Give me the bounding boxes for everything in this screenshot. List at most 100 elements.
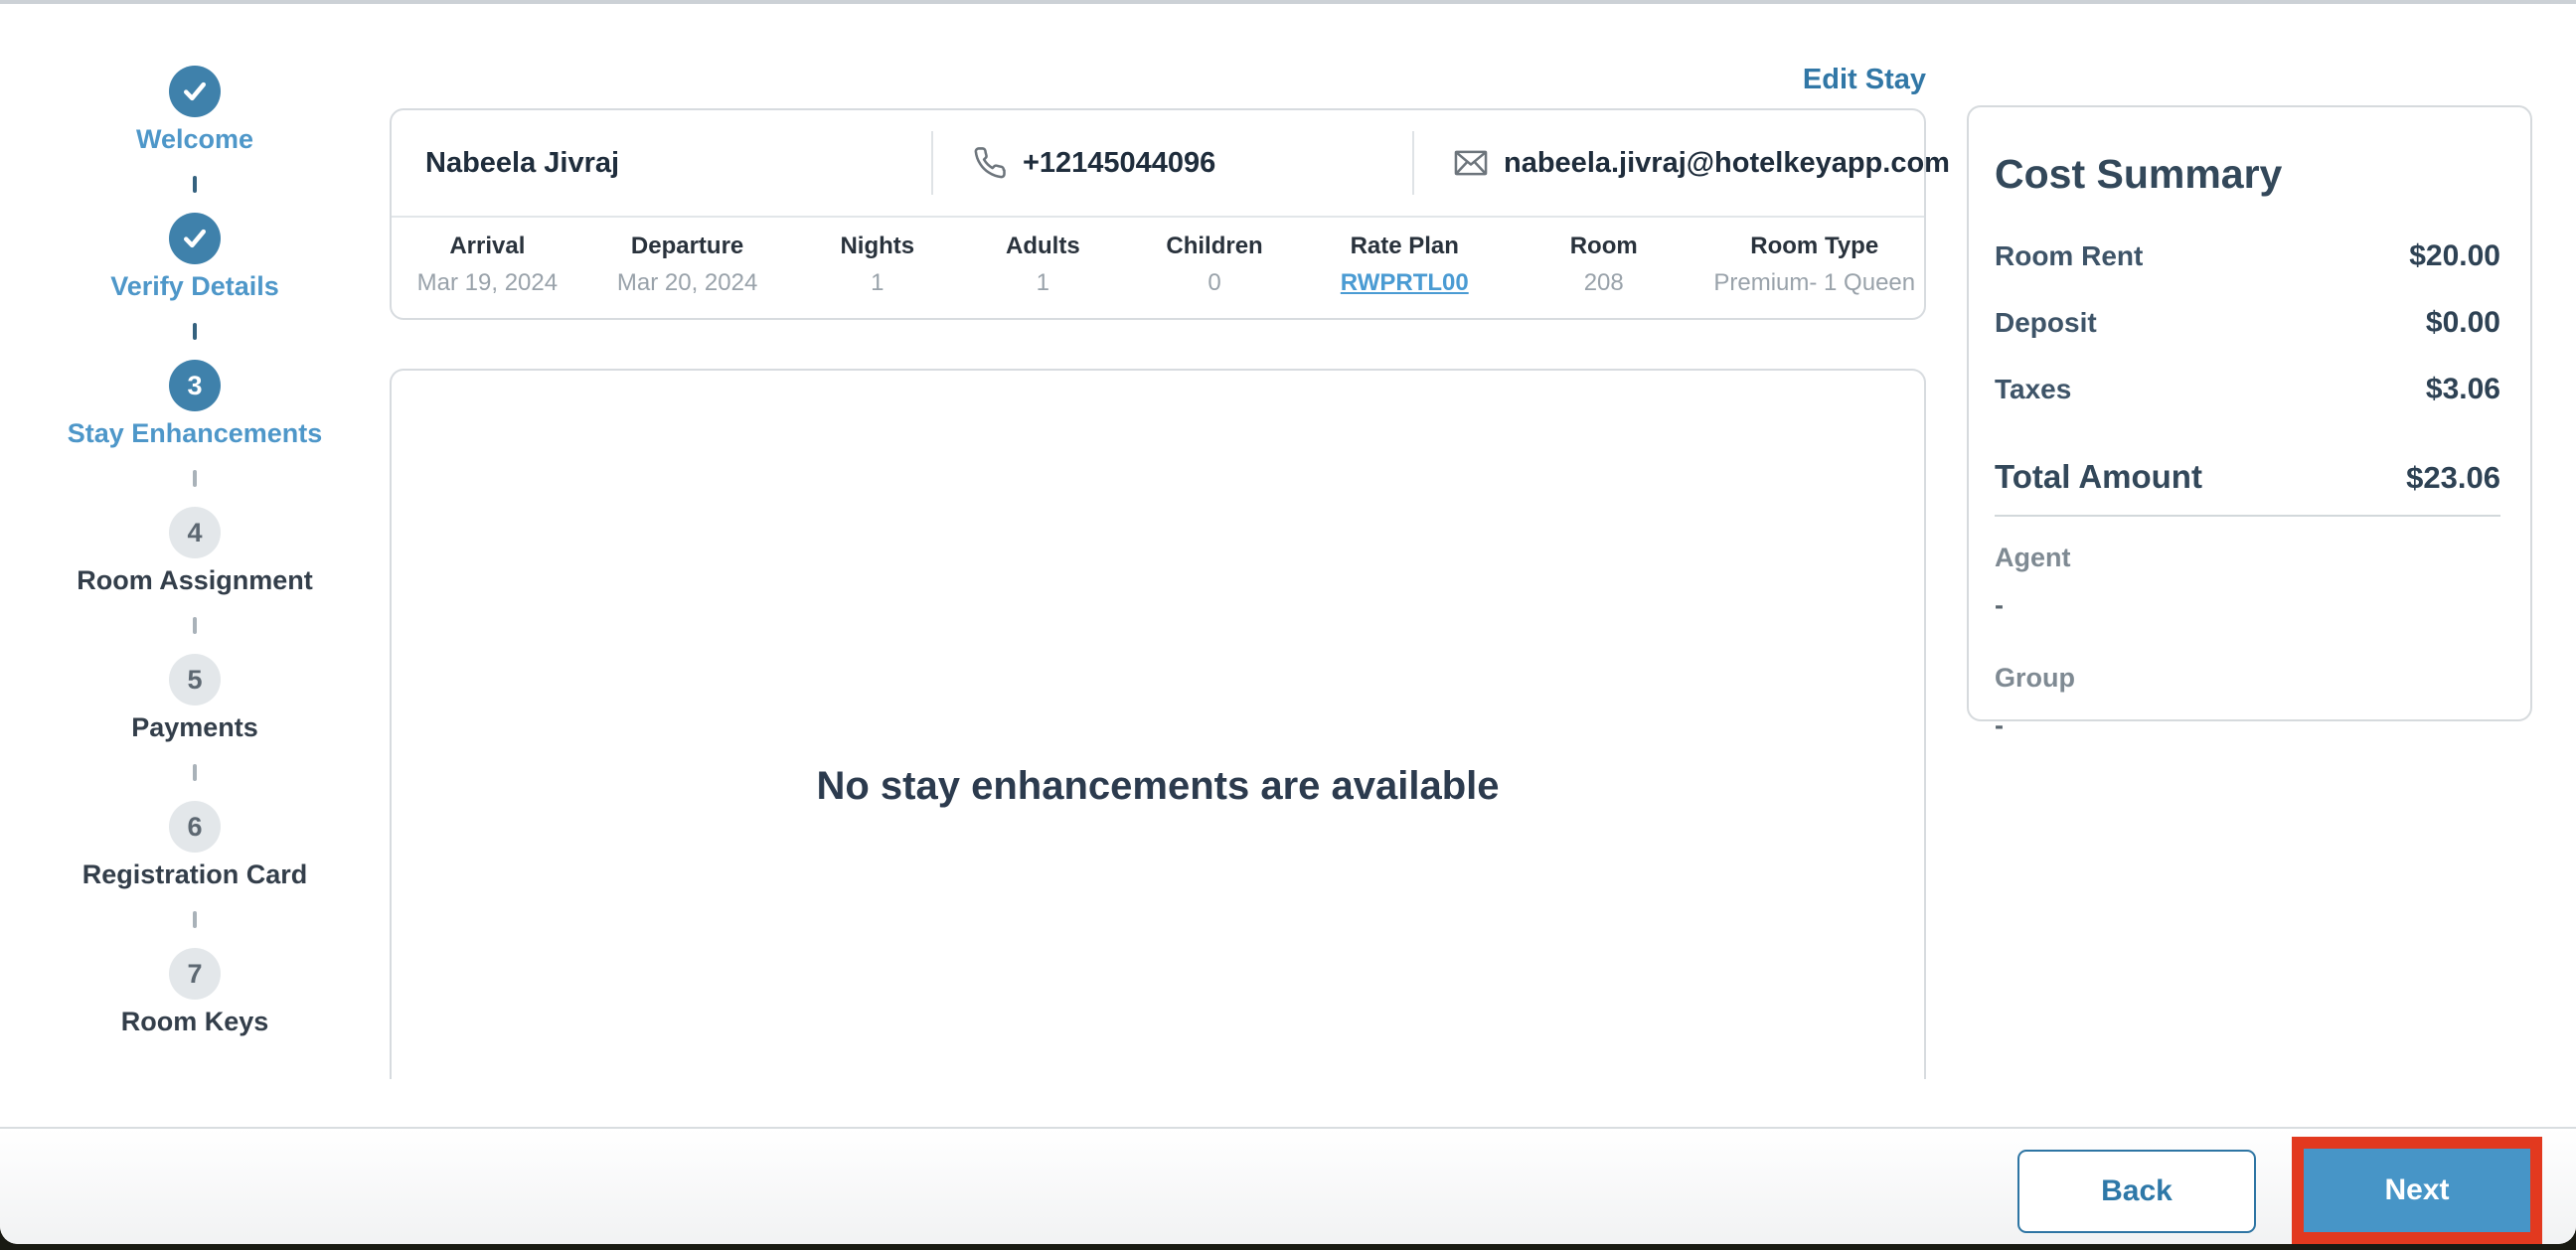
step-circle: 2 <box>169 213 221 264</box>
cost-summary-row: Taxes $3.06 <box>1995 373 2500 406</box>
stay-detail-header: Children <box>1166 233 1263 259</box>
step-connector <box>193 617 197 634</box>
cost-extra-value: - <box>1995 710 2004 740</box>
step-number: 3 <box>187 370 203 400</box>
stepper-step[interactable]: 2 Verify Details <box>0 213 390 340</box>
step-label: Payments <box>131 712 258 742</box>
stay-detail-value: 1 <box>871 269 885 296</box>
stay-detail-value: 0 <box>1208 269 1221 296</box>
stepper-step[interactable]: 1 Welcome <box>0 66 390 193</box>
stay-detail-cell: Departure Mar 20, 2024 <box>583 218 792 318</box>
stay-detail-value: Mar 20, 2024 <box>616 269 758 296</box>
stay-detail-cell: Arrival Mar 19, 2024 <box>392 218 583 318</box>
step-label: Registration Card <box>81 859 308 889</box>
cost-summary-title: Cost Summary <box>1995 151 2283 197</box>
step-circle: 7 <box>169 948 221 1000</box>
guest-name-cell: Nabeela Jivraj <box>392 147 931 180</box>
step-connector <box>193 911 197 928</box>
cost-summary-rows: Room Rent $20.00 Deposit $0.00 Taxes $3.… <box>1995 239 2500 406</box>
empty-state-message: No stay enhancements are available <box>816 764 1500 808</box>
stay-detail-header: Room Type <box>1750 233 1879 259</box>
phone-icon <box>973 145 1009 181</box>
step-label: Room Assignment <box>77 565 313 595</box>
cost-row-label: Deposit <box>1995 307 2097 338</box>
stay-detail-cell: Nights 1 <box>791 218 963 318</box>
stay-detail-value: RWPRTL00 <box>1340 269 1469 296</box>
cost-extra-block: Group - <box>1995 663 2500 741</box>
stay-detail-cell: Children 0 <box>1123 218 1307 318</box>
guest-info-card: Nabeela Jivraj +12145044096 nabeela.jivr… <box>390 108 1950 320</box>
cost-row-value: $0.00 <box>2425 306 2500 339</box>
checkin-wizard-window: 1 Welcome 2 Verify Details <box>0 0 2576 1244</box>
guest-name: Nabeela Jivraj <box>425 146 620 179</box>
back-button[interactable]: Back <box>2017 1150 2256 1233</box>
cost-summary-row: Room Rent $20.00 <box>1995 239 2500 273</box>
guest-contact-row: Nabeela Jivraj +12145044096 nabeela.jivr… <box>392 110 1950 218</box>
total-amount-row: Total Amount $23.06 <box>1995 458 2500 496</box>
step-connector <box>193 764 197 781</box>
stepper-step[interactable]: 7 Room Keys <box>0 948 390 1037</box>
next-button-highlight: Next <box>2292 1137 2542 1244</box>
step-connector <box>193 176 197 193</box>
stay-detail-header: Departure <box>630 233 744 259</box>
stay-enhancements-panel: No stay enhancements are available <box>390 369 1926 1079</box>
cost-summary-divider <box>1995 515 2500 517</box>
stay-details-row: Arrival Mar 19, 2024 Departure Mar 20, 2… <box>392 218 1924 318</box>
step-label: Room Keys <box>120 1007 269 1036</box>
stay-detail-value: 208 <box>1583 269 1624 296</box>
guest-email-cell: nabeela.jivraj@hotelkeyapp.com <box>1412 131 1950 195</box>
step-number: 6 <box>187 811 203 842</box>
stay-detail-value: 1 <box>1036 269 1050 296</box>
cost-extra-block: Agent - <box>1995 543 2500 621</box>
stay-detail-cell: Adults 1 <box>963 218 1122 318</box>
edit-stay-link[interactable]: Edit Stay <box>390 64 1926 96</box>
step-label: Verify Details <box>110 271 279 301</box>
cost-extra-value: - <box>1995 590 2004 620</box>
cost-row-value: $20.00 <box>2409 239 2500 272</box>
step-label: Welcome <box>135 124 254 154</box>
cost-extra-label: Group <box>1995 663 2075 693</box>
stay-detail-header: Nights <box>840 233 915 259</box>
wizard-footer: Back Next <box>0 1127 2576 1244</box>
step-connector <box>193 323 197 340</box>
stay-detail-cell: Rate Plan RWPRTL00 <box>1307 218 1503 318</box>
step-circle: 1 <box>169 66 221 117</box>
stay-detail-header: Room <box>1569 233 1638 259</box>
stay-detail-cell: Room 208 <box>1503 218 1705 318</box>
checkin-stepper: 1 Welcome 2 Verify Details <box>0 4 390 1127</box>
step-number: 4 <box>187 517 203 547</box>
step-connector <box>193 470 197 487</box>
stay-detail-value: Premium- 1 Queen <box>1713 269 1916 296</box>
guest-phone: +12145044096 <box>1022 146 1216 179</box>
cost-summary-extras: Agent - Group - <box>1995 543 2500 741</box>
stay-detail-header: Adults <box>1006 233 1080 259</box>
cost-row-label: Taxes <box>1995 374 2072 404</box>
cost-extra-label: Agent <box>1995 543 2071 572</box>
stay-detail-header: Rate Plan <box>1350 233 1459 259</box>
total-amount-label: Total Amount <box>1995 458 2202 495</box>
step-label: Stay Enhancements <box>67 418 323 448</box>
step-number: 7 <box>187 958 203 989</box>
email-icon <box>1452 144 1490 182</box>
stay-detail-cell: Room Type Premium- 1 Queen <box>1704 218 1924 318</box>
check-icon <box>184 81 206 101</box>
next-button[interactable]: Next <box>2304 1149 2530 1232</box>
stepper-step[interactable]: 4 Room Assignment <box>0 507 390 634</box>
stay-detail-value: Mar 19, 2024 <box>416 269 559 296</box>
step-circle: 3 <box>169 360 221 411</box>
step-circle: 4 <box>169 507 221 558</box>
total-amount-value: $23.06 <box>2406 460 2500 495</box>
guest-email: nabeela.jivraj@hotelkeyapp.com <box>1504 146 1950 179</box>
cost-summary-panel: Cost Summary Room Rent $20.00 Deposit $0… <box>1967 105 2532 740</box>
cost-row-label: Room Rent <box>1995 240 2144 271</box>
step-circle: 5 <box>169 654 221 705</box>
check-icon <box>184 229 206 248</box>
stepper-step[interactable]: 6 Registration Card <box>0 801 390 928</box>
stay-detail-header: Arrival <box>449 233 526 259</box>
cost-summary-row: Deposit $0.00 <box>1995 306 2500 340</box>
guest-phone-cell: +12145044096 <box>930 131 1412 195</box>
step-number: 5 <box>187 664 203 695</box>
stepper-step[interactable]: 3 Stay Enhancements <box>0 360 390 487</box>
stepper-step[interactable]: 5 Payments <box>0 654 390 781</box>
step-circle: 6 <box>169 801 221 853</box>
